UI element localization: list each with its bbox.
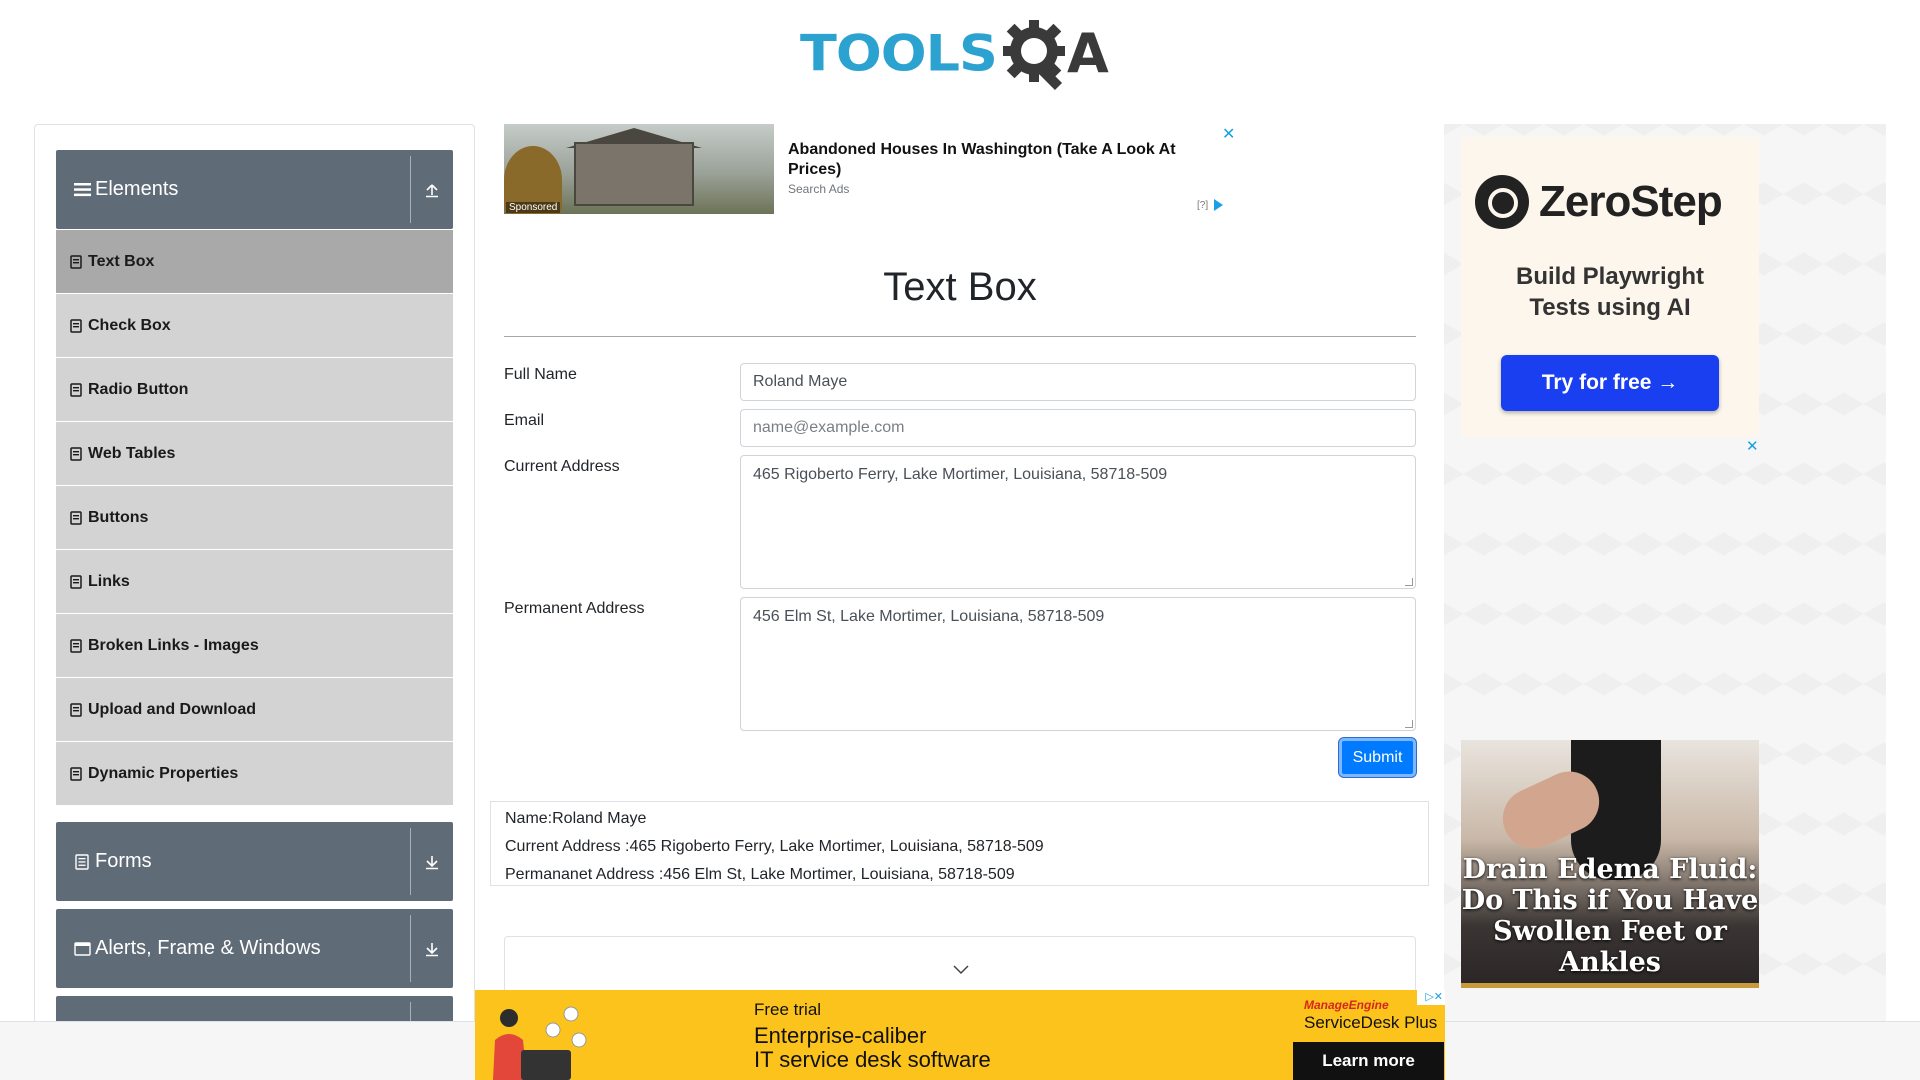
sidebar-item-label: Text Box xyxy=(88,252,155,270)
current-address-label: Current Address xyxy=(504,458,620,475)
ad-accent-bar xyxy=(1461,983,1759,988)
chevron-down-icon[interactable] xyxy=(953,965,969,975)
sidebar-group-label: Forms xyxy=(95,850,152,872)
sidebar-item-label: Radio Button xyxy=(88,380,189,398)
toolsqa-logo[interactable]: TOOLSQA TOOLS A xyxy=(800,14,1124,92)
sidebar: Elements Text Box Check Box Radio Button… xyxy=(34,124,475,1044)
ad-image-house xyxy=(574,142,694,206)
document-icon xyxy=(70,446,82,461)
document-icon xyxy=(70,254,82,269)
zerostep-tagline-line1: Build Playwright xyxy=(1515,263,1704,290)
edema-ad[interactable]: Drain Edema Fluid: Do This if You Have S… xyxy=(1461,740,1759,988)
current-address-textarea[interactable]: 465 Rigoberto Ferry, Lake Mortimer, Loui… xyxy=(740,455,1416,589)
sidebar-item-label: Web Tables xyxy=(88,444,176,462)
adchoices-icon[interactable] xyxy=(1214,199,1223,211)
ad-product: ServiceDesk Plus xyxy=(1304,1013,1438,1032)
learn-more-button[interactable]: Learn more xyxy=(1293,1042,1444,1080)
document-icon xyxy=(70,510,82,525)
gear-icon xyxy=(1002,20,1065,90)
ad-line-1: Enterprise-caliber xyxy=(754,1023,927,1048)
permanent-address-label: Permanent Address xyxy=(504,600,645,617)
document-icon xyxy=(70,766,82,781)
submit-button[interactable]: Submit xyxy=(1339,738,1416,777)
sidebar-item-label: Check Box xyxy=(88,316,171,334)
zerostep-ad[interactable]: ZeroStep Build Playwright Tests using AI… xyxy=(1461,137,1759,437)
ad-house-image[interactable]: Sponsored xyxy=(504,124,774,214)
ad-headline-link[interactable]: Abandoned Houses In Washington (Take A L… xyxy=(788,140,1208,180)
zerostep-tagline: Build Playwright Tests using AI xyxy=(1461,261,1759,323)
try-for-free-button[interactable]: Try for free → xyxy=(1501,355,1719,411)
zerostep-logo: ZeroStep xyxy=(1475,175,1723,229)
form-icon xyxy=(73,853,91,871)
sidebar-group-label: Alerts, Frame & Windows xyxy=(95,937,321,959)
sidebar-item-check-box[interactable]: Check Box xyxy=(56,294,453,357)
document-icon xyxy=(70,382,82,397)
ad-line-2: IT service desk software xyxy=(754,1047,991,1072)
ad-brand: ManageEngine xyxy=(1304,998,1389,1012)
document-icon xyxy=(70,702,82,717)
output-permanent-address: Permananet Address :456 Elm St, Lake Mor… xyxy=(505,866,1015,883)
sidebar-group-label: Elements xyxy=(95,178,179,200)
zerostep-brand: ZeroStep xyxy=(1539,177,1723,226)
output-current-address: Current Address :465 Rigoberto Ferry, La… xyxy=(505,838,1044,855)
email-input[interactable]: name@example.com xyxy=(740,409,1416,447)
resize-handle-icon[interactable] xyxy=(1405,578,1413,586)
sidebar-item-label: Upload and Download xyxy=(88,700,256,718)
sidebar-item-upload-download[interactable]: Upload and Download xyxy=(56,678,453,741)
window-icon xyxy=(73,940,91,958)
close-icon[interactable]: ✕ xyxy=(1222,124,1235,144)
expand-arrow-icon[interactable] xyxy=(410,828,453,895)
logo-tools-mark: TOOLS xyxy=(800,24,998,82)
full-name-label: Full Name xyxy=(504,366,577,383)
document-icon xyxy=(70,638,82,653)
collapse-arrow-icon[interactable] xyxy=(410,156,453,223)
resize-handle-icon[interactable] xyxy=(1405,720,1413,728)
top-sponsored-ad[interactable]: Sponsored Abandoned Houses In Washington… xyxy=(504,124,1235,214)
sidebar-item-label: Buttons xyxy=(88,508,149,526)
sidebar-item-label: Links xyxy=(88,572,130,590)
sidebar-item-dynamic-properties[interactable]: Dynamic Properties xyxy=(56,742,453,805)
zerostep-tagline-line2: Tests using AI xyxy=(1529,294,1691,321)
expand-arrow-icon[interactable] xyxy=(410,915,453,982)
sidebar-item-web-tables[interactable]: Web Tables xyxy=(56,422,453,485)
sidebar-item-buttons[interactable]: Buttons xyxy=(56,486,453,549)
title-divider xyxy=(504,336,1416,337)
edema-ad-headline: Drain Edema Fluid: Do This if You Have S… xyxy=(1461,854,1759,978)
ad-illustration xyxy=(493,1006,587,1080)
logo-a-mark: A xyxy=(1066,21,1109,85)
permanent-address-value: 456 Elm St, Lake Mortimer, Louisiana, 58… xyxy=(753,608,1105,625)
ad-kicker: Free trial xyxy=(754,1000,822,1019)
sidebar-group-elements[interactable]: Elements xyxy=(56,150,453,229)
ad-source: Search Ads xyxy=(788,182,850,196)
sidebar-group-alerts[interactable]: Alerts, Frame & Windows xyxy=(56,909,453,988)
page-title: Text Box xyxy=(883,265,1037,309)
output-name: Name:Roland Maye xyxy=(505,810,647,827)
sidebar-item-label: Dynamic Properties xyxy=(88,764,239,782)
document-icon xyxy=(70,574,82,589)
full-name-input[interactable]: Roland Maye xyxy=(740,363,1416,401)
current-address-value: 465 Rigoberto Ferry, Lake Mortimer, Loui… xyxy=(753,466,1168,483)
sponsored-badge: Sponsored xyxy=(506,202,561,213)
document-icon xyxy=(70,318,82,333)
ad-close-icon[interactable]: ▷✕ xyxy=(1417,990,1445,1005)
ad-info-link[interactable]: [?] xyxy=(1197,200,1208,211)
zerostep-logo-icon xyxy=(1475,175,1529,229)
sidebar-item-radio-button[interactable]: Radio Button xyxy=(56,358,453,421)
bottom-banner-ad[interactable]: Free trial Enterprise-caliber IT service… xyxy=(475,990,1445,1080)
close-icon[interactable]: ✕ xyxy=(1746,437,1759,455)
sidebar-item-label: Broken Links - Images xyxy=(88,636,259,654)
sidebar-item-text-box[interactable]: Text Box xyxy=(56,230,453,293)
sidebar-group-forms[interactable]: Forms xyxy=(56,822,453,901)
hamburger-icon xyxy=(73,181,91,199)
output-panel: Name:Roland Maye Current Address :465 Ri… xyxy=(490,801,1429,886)
permanent-address-textarea[interactable]: 456 Elm St, Lake Mortimer, Louisiana, 58… xyxy=(740,597,1416,731)
sidebar-item-links[interactable]: Links xyxy=(56,550,453,613)
email-label: Email xyxy=(504,412,545,429)
sidebar-item-broken-links[interactable]: Broken Links - Images xyxy=(56,614,453,677)
